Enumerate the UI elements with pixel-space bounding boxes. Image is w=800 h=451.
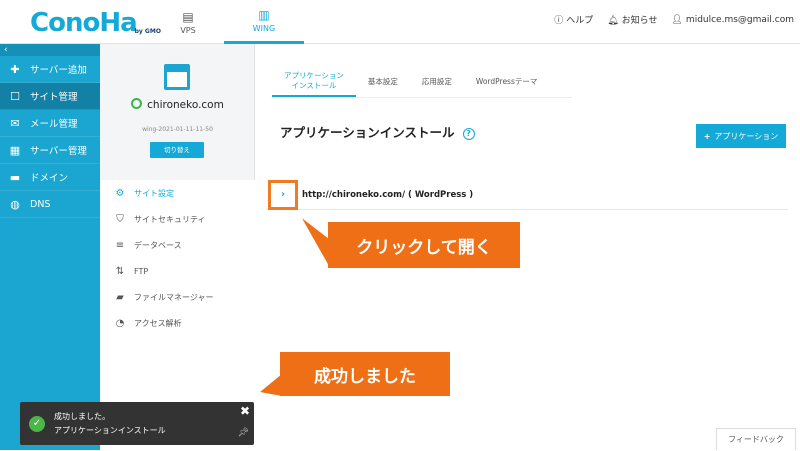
top-right-menu: ⓘ ヘルプ 🔔︎ お知らせ 👤︎ midulce.ms@gmail.com: [554, 13, 794, 27]
tab-label: 応用設定: [421, 76, 452, 86]
submenu-label: アクセス解析: [134, 318, 182, 328]
sidebar-item-domain[interactable]: ▬ ドメイン: [0, 164, 100, 191]
submenu-label: FTP: [134, 266, 149, 276]
plus-icon: +: [703, 131, 711, 141]
submenu-file-manager[interactable]: ▰ ファイルマネージャー: [100, 284, 255, 310]
application-row: › http://chironeko.com/ ( WordPress ): [268, 179, 788, 210]
tab-label: WordPressテーマ: [475, 76, 538, 86]
sidebar-item-site[interactable]: ☐ サイト管理: [0, 83, 100, 110]
sidebar: ‹ ✚ サーバー追加 ☐ サイト管理 ✉ メール管理 ▦ サーバー管理 ▬ ドメ…: [0, 44, 100, 450]
domain-icon: ▬: [9, 170, 21, 184]
server-name-text: chironeko.com: [147, 99, 224, 111]
check-icon: ✓: [29, 416, 45, 432]
submenu-access-analysis[interactable]: ◔ アクセス解析: [100, 310, 255, 336]
submenu-site-settings[interactable]: ⚙ サイト設定: [100, 180, 255, 206]
sidebar-item-label: メール管理: [30, 119, 78, 130]
tab-wordpress-theme[interactable]: WordPressテーマ: [464, 66, 550, 97]
help-link[interactable]: ⓘ ヘルプ: [554, 13, 593, 26]
server-icon: ▦: [9, 143, 21, 157]
tab-label-line2: インストール: [291, 80, 337, 90]
topnav-vps-label: VPS: [180, 25, 196, 35]
add-application-button[interactable]: + アプリケーション: [696, 124, 786, 148]
topnav-wing-label: WING: [252, 24, 276, 33]
chevron-left-icon: ‹: [4, 45, 8, 55]
sidebar-item-label: ドメイン: [30, 173, 69, 184]
submenu-label: サイトセキュリティ: [134, 214, 206, 224]
window-icon: ☐: [10, 89, 20, 103]
sidebar-item-label: DNS: [30, 198, 51, 210]
submenu-label: サイト設定: [134, 188, 174, 198]
submenu-site-security[interactable]: ⛉ サイトセキュリティ: [100, 206, 255, 232]
server-id: wing-2021-01-11-11-50: [142, 126, 213, 133]
server-name: chironeko.com: [100, 98, 255, 111]
top-nav: ▤ VPS ▥ WING: [152, 0, 304, 44]
application-url: http://chironeko.com/ ( WordPress ): [302, 189, 474, 200]
tab-basic-settings[interactable]: 基本設定: [356, 66, 410, 97]
page-title-text: アプリケーションインストール: [280, 125, 455, 140]
topnav-vps[interactable]: ▤ VPS: [152, 0, 224, 44]
user-menu[interactable]: 👤︎ midulce.ms@gmail.com: [671, 15, 794, 25]
chevron-right-icon: ›: [280, 189, 286, 200]
submenu-label: ファイルマネージャー: [134, 292, 214, 302]
logo-text: ConoHa: [30, 8, 138, 38]
success-toast: ✓ 成功しました。 アプリケーションインストール ✖ 📌︎: [20, 402, 254, 445]
help-circle-icon: ⓘ: [554, 16, 564, 26]
top-header: ConoHa by GMO ▤ VPS ▥ WING ⓘ ヘルプ 🔔︎ お知らせ 👤…: [0, 0, 800, 44]
submenu-ftp[interactable]: ⇅ FTP: [100, 258, 255, 284]
tab-label-line1: アプリケーション: [284, 70, 344, 80]
pie-chart-icon: ◔: [115, 317, 125, 329]
close-icon[interactable]: ✖: [240, 404, 250, 418]
mail-icon: ✉: [10, 116, 20, 130]
plus-icon: ✚: [10, 62, 20, 76]
sidebar-collapse-button[interactable]: ‹: [0, 44, 100, 56]
add-application-label: アプリケーション: [714, 131, 779, 141]
user-email: midulce.ms@gmail.com: [685, 14, 794, 25]
help-icon[interactable]: ?: [462, 128, 475, 140]
expand-row-button[interactable]: ›: [268, 179, 298, 210]
sidebar-item-mail[interactable]: ✉ メール管理: [0, 110, 100, 137]
site-subpanel: chironeko.com wing-2021-01-11-11-50 切り替え…: [100, 44, 255, 450]
sidebar-item-server[interactable]: ▦ サーバー管理: [0, 137, 100, 164]
switch-button[interactable]: 切り替え: [150, 142, 204, 158]
folder-icon: ▰: [116, 291, 124, 303]
database-icon: ≡: [115, 239, 125, 251]
sidebar-item-label: サーバー追加: [30, 65, 87, 76]
sidebar-item-dns[interactable]: ◍ DNS: [0, 191, 100, 218]
callout-click-open: クリックして開く: [328, 222, 520, 268]
conoha-logo[interactable]: ConoHa by GMO: [30, 6, 161, 38]
notice-link[interactable]: 🔔︎ お知らせ: [607, 13, 657, 26]
sidebar-item-server-add[interactable]: ✚ サーバー追加: [0, 56, 100, 83]
server-window-icon: [164, 64, 190, 90]
globe-icon: ◍: [10, 197, 20, 211]
toast-message: 成功しました。: [54, 412, 110, 421]
feedback-button[interactable]: フィードバック: [716, 428, 796, 450]
submenu-label: データベース: [134, 240, 182, 250]
tab-advanced-settings[interactable]: 応用設定: [410, 66, 464, 97]
toast-detail: アプリケーションインストール: [54, 426, 166, 435]
submenu-database[interactable]: ≡ データベース: [100, 232, 255, 258]
page-title: アプリケーションインストール?: [280, 122, 475, 141]
wing-building-icon: ▥: [258, 8, 270, 22]
power-icon: [131, 98, 143, 109]
help-label: ヘルプ: [566, 16, 594, 26]
sidebar-item-label: サイト管理: [30, 92, 78, 103]
shield-icon: ⛉: [116, 213, 124, 225]
tab-label: 基本設定: [367, 76, 398, 86]
tab-app-install[interactable]: アプリケーション インストール: [272, 66, 356, 97]
callout-success: 成功しました: [260, 352, 450, 396]
topnav-wing[interactable]: ▥ WING: [224, 0, 304, 44]
ftp-arrows-icon: ⇅: [115, 265, 125, 277]
tab-bar: アプリケーション インストール 基本設定 応用設定 WordPressテーマ: [272, 66, 572, 98]
server-stack-icon: ▤: [182, 9, 194, 24]
pin-icon[interactable]: 📌︎: [238, 428, 249, 438]
bell-icon: 🔔︎: [607, 16, 619, 26]
user-icon: 👤︎: [671, 14, 683, 25]
sidebar-item-label: サーバー管理: [30, 146, 87, 157]
notice-label: お知らせ: [621, 16, 658, 26]
site-settings-icon: ⚙: [115, 187, 125, 199]
